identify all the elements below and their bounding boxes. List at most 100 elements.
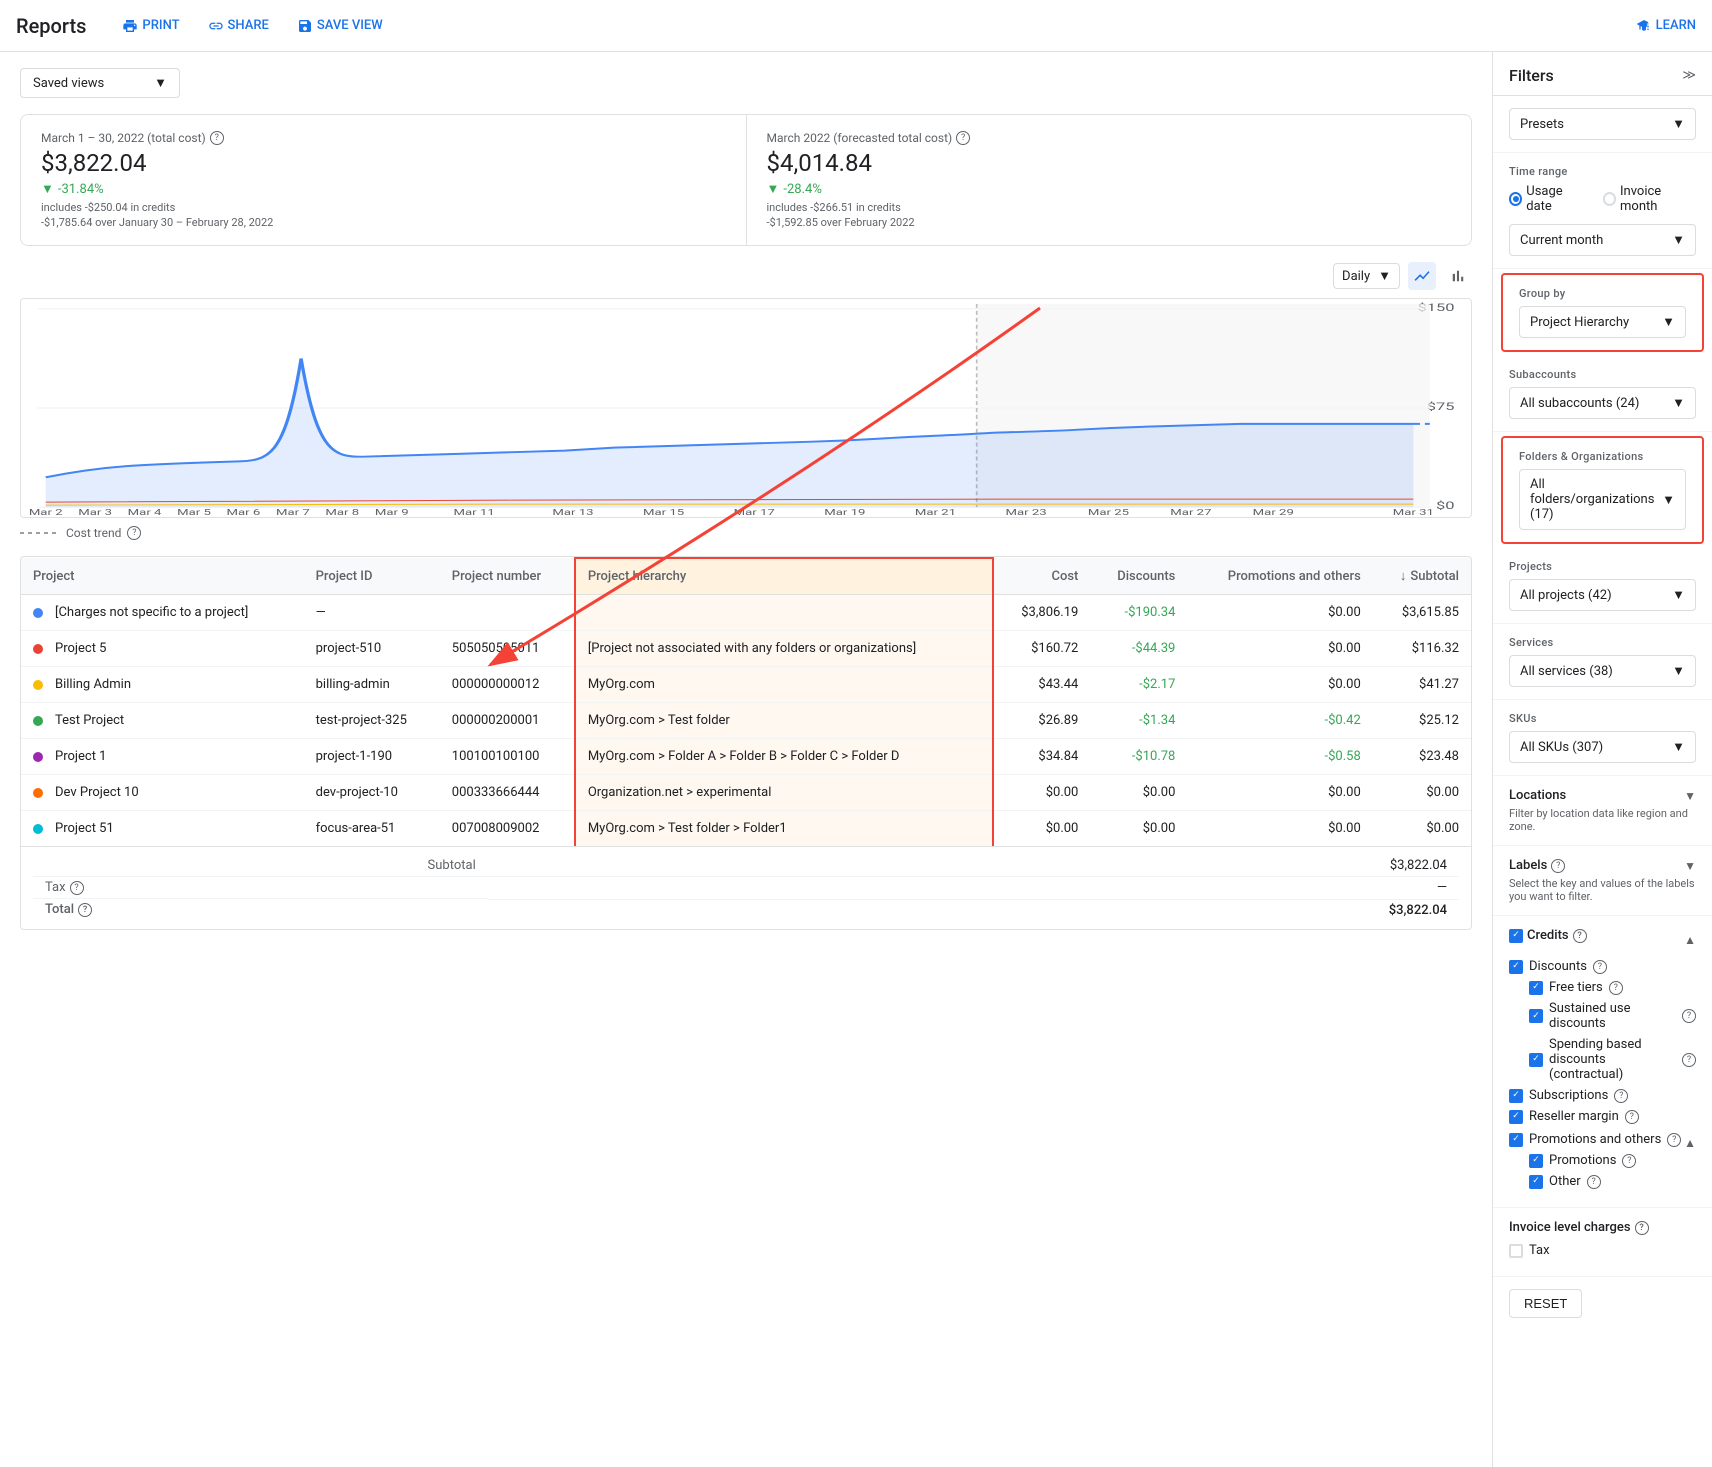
cell-promotions: $0.00 — [1187, 667, 1372, 703]
print-label: PRINT — [142, 18, 179, 33]
cell-promotions: $0.00 — [1187, 631, 1372, 667]
current-month-select[interactable]: Current month ▼ — [1509, 224, 1696, 256]
other-help-icon[interactable]: ? — [1587, 1175, 1601, 1189]
learn-icon — [1636, 18, 1652, 34]
credits-chevron-icon[interactable]: ▲ — [1684, 933, 1696, 947]
discounts-checkbox[interactable] — [1509, 960, 1523, 974]
spending-based-checkbox[interactable] — [1529, 1053, 1543, 1067]
credits-checkbox[interactable] — [1509, 929, 1523, 943]
col-header-cost: Cost — [993, 558, 1090, 595]
summary-amount-forecast: $4,014.84 — [767, 149, 1452, 177]
sustained-use-item[interactable]: Sustained use discounts ? — [1529, 1001, 1696, 1031]
project-dot — [33, 716, 43, 726]
summary-label-current: March 1 – 30, 2022 (total cost) ? — [41, 131, 726, 145]
cell-discounts: -$44.39 — [1090, 631, 1187, 667]
cell-project: Project 5 — [21, 631, 304, 667]
radio-usage-date[interactable]: Usage date — [1509, 184, 1587, 214]
reset-button[interactable]: RESET — [1509, 1289, 1582, 1318]
spending-based-help-icon[interactable]: ? — [1682, 1053, 1696, 1067]
summary-help-icon-1[interactable]: ? — [210, 131, 224, 145]
svg-text:Mar 9: Mar 9 — [375, 508, 409, 517]
table-row: Project 5 project-510 505050505011 [Proj… — [21, 631, 1471, 667]
save-view-button[interactable]: SAVE VIEW — [289, 14, 391, 38]
invoice-section: Invoice level charges ? Tax — [1493, 1208, 1712, 1277]
cell-cost: $0.00 — [993, 811, 1090, 847]
project-name: Test Project — [55, 713, 124, 728]
discounts-item[interactable]: Discounts ? — [1509, 959, 1696, 974]
projects-select[interactable]: All projects (42) ▼ — [1509, 579, 1696, 611]
presets-chevron: ▼ — [1672, 116, 1685, 132]
reseller-margin-item[interactable]: Reseller margin ? — [1509, 1109, 1696, 1124]
invoice-tax-item[interactable]: Tax — [1509, 1243, 1696, 1258]
summary-help-icon-2[interactable]: ? — [956, 131, 970, 145]
subscriptions-help-icon[interactable]: ? — [1614, 1089, 1628, 1103]
tax-help-icon[interactable]: ? — [70, 881, 84, 895]
other-checkbox[interactable] — [1529, 1175, 1543, 1189]
cell-project-hierarchy: MyOrg.com > Test folder > Folder1 — [575, 811, 994, 847]
skus-section: SKUs All SKUs (307) ▼ — [1493, 700, 1712, 776]
chart-bar-button[interactable] — [1444, 262, 1472, 290]
labels-header[interactable]: Labels ? ▼ — [1509, 858, 1696, 873]
cell-discounts: -$1.34 — [1090, 703, 1187, 739]
cell-project-number: 000000200001 — [440, 703, 575, 739]
group-by-select[interactable]: Project Hierarchy ▼ — [1519, 306, 1686, 338]
project-dot — [33, 824, 43, 834]
cell-project-hierarchy: MyOrg.com — [575, 667, 994, 703]
cell-subtotal: $116.32 — [1373, 631, 1471, 667]
radio-invoice-month[interactable]: Invoice month — [1603, 184, 1696, 214]
share-icon — [208, 18, 224, 34]
promotions-others-checkbox[interactable] — [1509, 1133, 1523, 1147]
locations-header[interactable]: Locations ▼ — [1509, 788, 1696, 803]
tax-value: — — [941, 877, 1459, 900]
free-tiers-checkbox[interactable] — [1529, 981, 1543, 995]
print-button[interactable]: PRINT — [114, 14, 187, 38]
svg-text:Mar 23: Mar 23 — [1006, 508, 1047, 517]
locations-chevron-icon: ▼ — [1684, 789, 1696, 803]
cell-project-hierarchy: MyOrg.com > Folder A > Folder B > Folder… — [575, 739, 994, 775]
svg-text:Mar 5: Mar 5 — [177, 508, 211, 517]
subaccounts-select[interactable]: All subaccounts (24) ▼ — [1509, 387, 1696, 419]
project-dot — [33, 608, 43, 618]
credits-help-icon[interactable]: ? — [1573, 929, 1587, 943]
discounts-help-icon[interactable]: ? — [1593, 960, 1607, 974]
subscriptions-checkbox[interactable] — [1509, 1089, 1523, 1103]
services-select[interactable]: All services (38) ▼ — [1509, 655, 1696, 687]
promotions-others-chevron[interactable]: ▲ — [1684, 1136, 1696, 1150]
sustained-use-help-icon[interactable]: ? — [1682, 1009, 1696, 1023]
promotions-others-item[interactable]: Promotions and others ? — [1509, 1132, 1681, 1147]
sustained-use-checkbox[interactable] — [1529, 1009, 1543, 1023]
chart-wrapper: $150 $75 $0 — [20, 298, 1472, 518]
total-help-icon[interactable]: ? — [78, 903, 92, 917]
folders-section: Folders & Organizations All folders/orga… — [1501, 436, 1704, 544]
promotions-others-help-icon[interactable]: ? — [1667, 1133, 1681, 1147]
share-button[interactable]: SHARE — [200, 14, 277, 38]
filters-header: Filters ≫ — [1493, 52, 1712, 96]
promotions-checkbox[interactable] — [1529, 1154, 1543, 1168]
reseller-margin-help-icon[interactable]: ? — [1625, 1110, 1639, 1124]
saved-views-select[interactable]: Saved views ▼ — [20, 68, 180, 98]
chart-period-select[interactable]: Daily ▼ — [1333, 263, 1400, 289]
filters-collapse-button[interactable]: ≫ — [1682, 68, 1696, 83]
invoice-help-icon[interactable]: ? — [1635, 1221, 1649, 1235]
promotions-item[interactable]: Promotions ? — [1529, 1153, 1696, 1168]
svg-text:Mar 17: Mar 17 — [734, 508, 775, 517]
reseller-margin-checkbox[interactable] — [1509, 1110, 1523, 1124]
folders-select[interactable]: All folders/organizations (17) ▼ — [1519, 469, 1686, 530]
presets-select[interactable]: Presets ▼ — [1509, 108, 1696, 140]
cost-trend-help-icon[interactable]: ? — [127, 526, 141, 540]
free-tiers-item[interactable]: Free tiers ? — [1529, 980, 1696, 995]
subtotal-section: Subtotal $3,822.04 Tax ? — — [21, 846, 1471, 929]
promotions-help-icon[interactable]: ? — [1622, 1154, 1636, 1168]
subaccounts-label: Subaccounts — [1509, 368, 1696, 381]
subscriptions-item[interactable]: Subscriptions ? — [1509, 1088, 1696, 1103]
cell-cost: $0.00 — [993, 775, 1090, 811]
invoice-tax-checkbox[interactable] — [1509, 1244, 1523, 1258]
labels-help-icon[interactable]: ? — [1551, 859, 1565, 873]
spending-based-item[interactable]: Spending based discounts (contractual) ? — [1529, 1037, 1696, 1082]
learn-button[interactable]: LEARN — [1636, 18, 1696, 34]
chart-line-button[interactable] — [1408, 262, 1436, 290]
cell-promotions: $0.00 — [1187, 811, 1372, 847]
skus-select[interactable]: All SKUs (307) ▼ — [1509, 731, 1696, 763]
free-tiers-help-icon[interactable]: ? — [1609, 981, 1623, 995]
other-item[interactable]: Other ? — [1529, 1174, 1696, 1189]
